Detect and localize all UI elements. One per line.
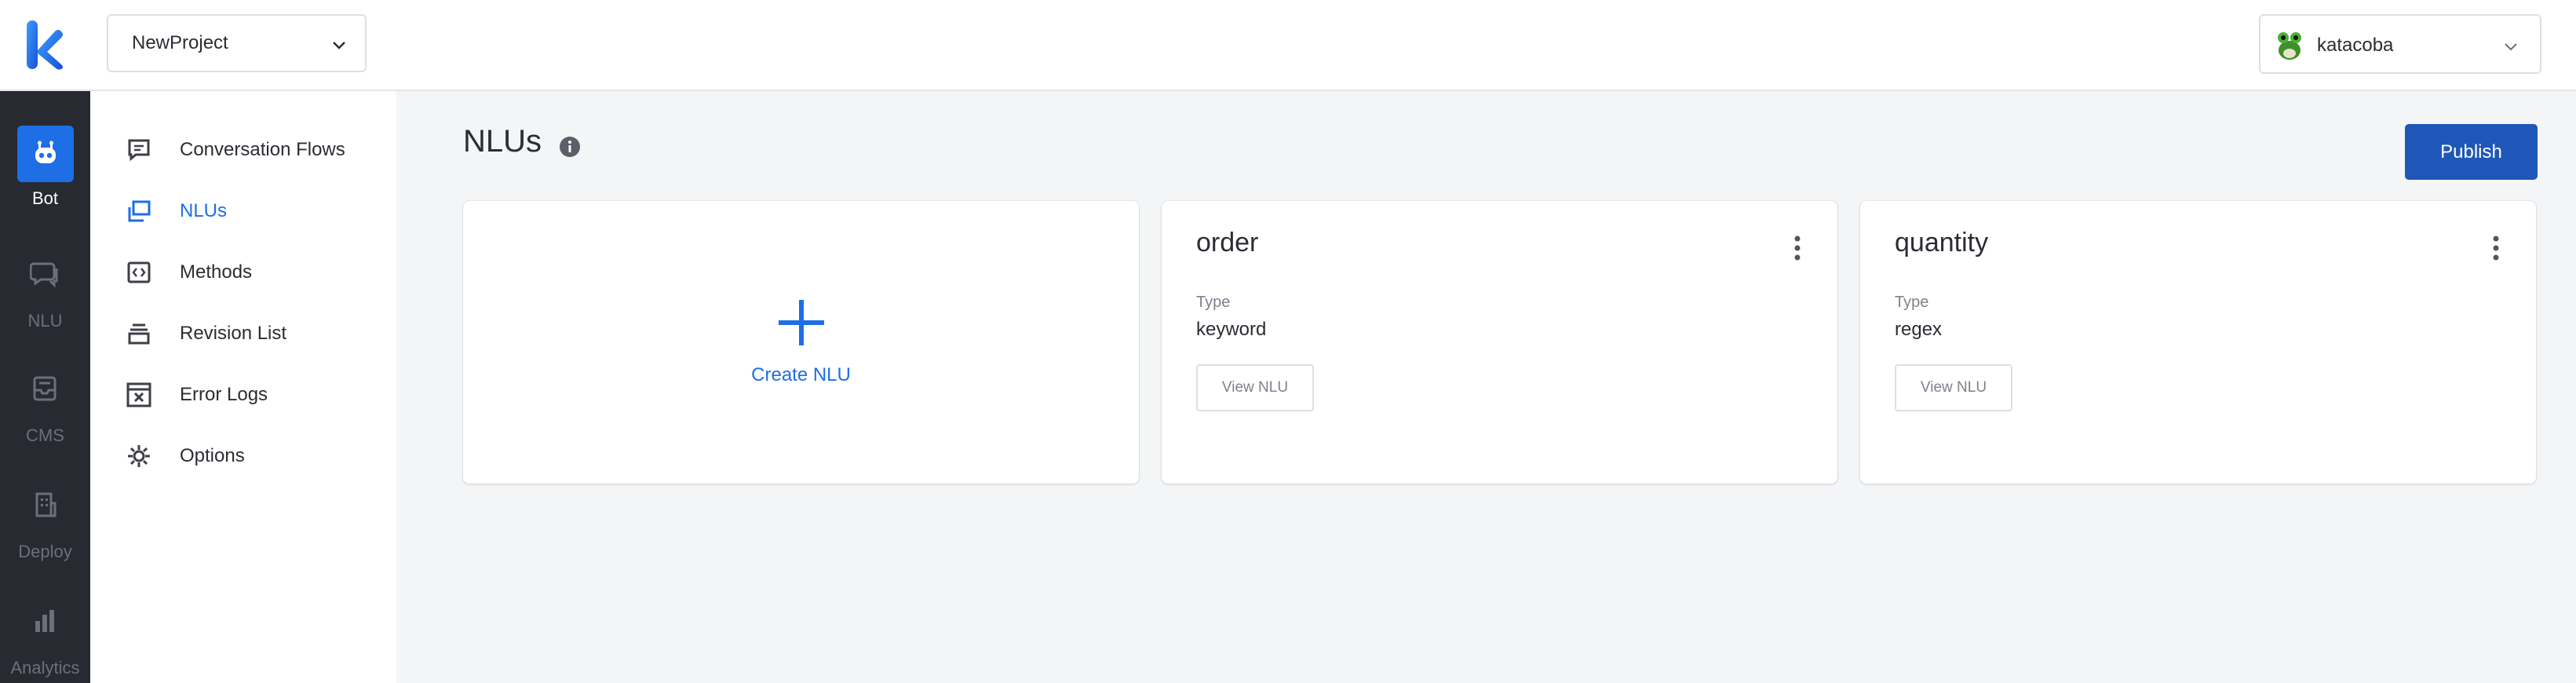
sidebar-item-label: Conversation Flows <box>180 139 345 160</box>
sidebar-item-label: Revision List <box>180 323 287 344</box>
create-nlu-label: Create NLU <box>751 364 851 385</box>
katalon-logo-icon[interactable] <box>24 19 66 71</box>
message-icon <box>125 136 153 164</box>
rail-item-analytics[interactable]: Analytics <box>0 595 90 683</box>
nlu-type-label: Type <box>1196 294 1231 311</box>
page-title: NLUs <box>463 124 542 159</box>
sidebar-item-options[interactable]: Options <box>125 436 376 476</box>
error-window-icon <box>125 381 153 409</box>
sidebar-item-error-logs[interactable]: Error Logs <box>125 375 376 415</box>
sidebar-item-methods[interactable]: Methods <box>125 253 376 292</box>
rail-item-bot[interactable]: Bot <box>0 91 90 208</box>
rail-item-deploy[interactable]: Deploy <box>0 479 90 573</box>
sidebar-item-label: Error Logs <box>180 384 268 405</box>
building-icon <box>27 487 63 523</box>
rail-item-nlu[interactable]: NLU <box>0 248 90 342</box>
nlu-name: order <box>1196 228 1259 257</box>
frog-avatar-icon <box>2278 32 2301 60</box>
sidebar-item-label: Methods <box>180 261 253 283</box>
more-options-icon[interactable] <box>2490 234 2501 262</box>
user-menu[interactable]: katacoba <box>2259 14 2541 74</box>
view-nlu-button[interactable]: View NLU <box>1895 364 2012 411</box>
project-select[interactable]: NewProject <box>107 14 367 72</box>
project-select-value: NewProject <box>132 32 228 53</box>
more-options-icon[interactable] <box>1792 234 1803 262</box>
rail-item-label: Deploy <box>18 542 72 561</box>
robot-icon <box>17 126 74 182</box>
plus-icon <box>779 300 824 345</box>
rail-item-label: NLU <box>27 311 63 331</box>
nlu-type-value: regex <box>1895 319 1943 340</box>
info-icon[interactable] <box>558 135 582 159</box>
bot-sidebar: Conversation Flows NLUs Methods Revision… <box>90 91 396 683</box>
code-icon <box>125 258 153 287</box>
layers-icon <box>125 320 153 348</box>
chevron-down-icon <box>333 42 345 49</box>
nlu-type-value: keyword <box>1196 319 1267 340</box>
sidebar-item-conversation-flows[interactable]: Conversation Flows <box>125 130 376 170</box>
inbox-icon <box>27 371 63 407</box>
primary-nav-rail: Bot NLU CMS Deploy Analytics <box>0 91 90 683</box>
rail-item-label: Analytics <box>10 658 80 678</box>
stacked-windows-icon <box>125 197 153 225</box>
bar-chart-icon <box>27 603 63 639</box>
publish-button[interactable]: Publish <box>2405 124 2538 180</box>
chat-bubbles-icon <box>27 256 63 292</box>
nlu-type-label: Type <box>1895 294 1929 311</box>
rail-item-label: CMS <box>26 426 64 445</box>
sidebar-item-nlus[interactable]: NLUs <box>125 192 376 231</box>
create-nlu-card[interactable]: Create NLU <box>463 201 1139 484</box>
chevron-down-icon <box>2505 43 2517 51</box>
nlu-name: quantity <box>1895 228 1989 257</box>
nlu-card-quantity: quantity Type regex View NLU <box>1860 201 2536 484</box>
top-bar: NewProject katacoba <box>0 0 2576 91</box>
nlu-card-order: order Type keyword View NLU <box>1162 201 1837 484</box>
rail-item-cms[interactable]: CMS <box>0 363 90 457</box>
gear-icon <box>125 442 153 470</box>
rail-item-label: Bot <box>31 188 59 208</box>
view-nlu-button[interactable]: View NLU <box>1196 364 1314 411</box>
sidebar-item-label: NLUs <box>180 200 228 221</box>
sidebar-item-revision-list[interactable]: Revision List <box>125 314 376 353</box>
user-name: katacoba <box>2317 35 2394 56</box>
sidebar-item-label: Options <box>180 445 245 466</box>
